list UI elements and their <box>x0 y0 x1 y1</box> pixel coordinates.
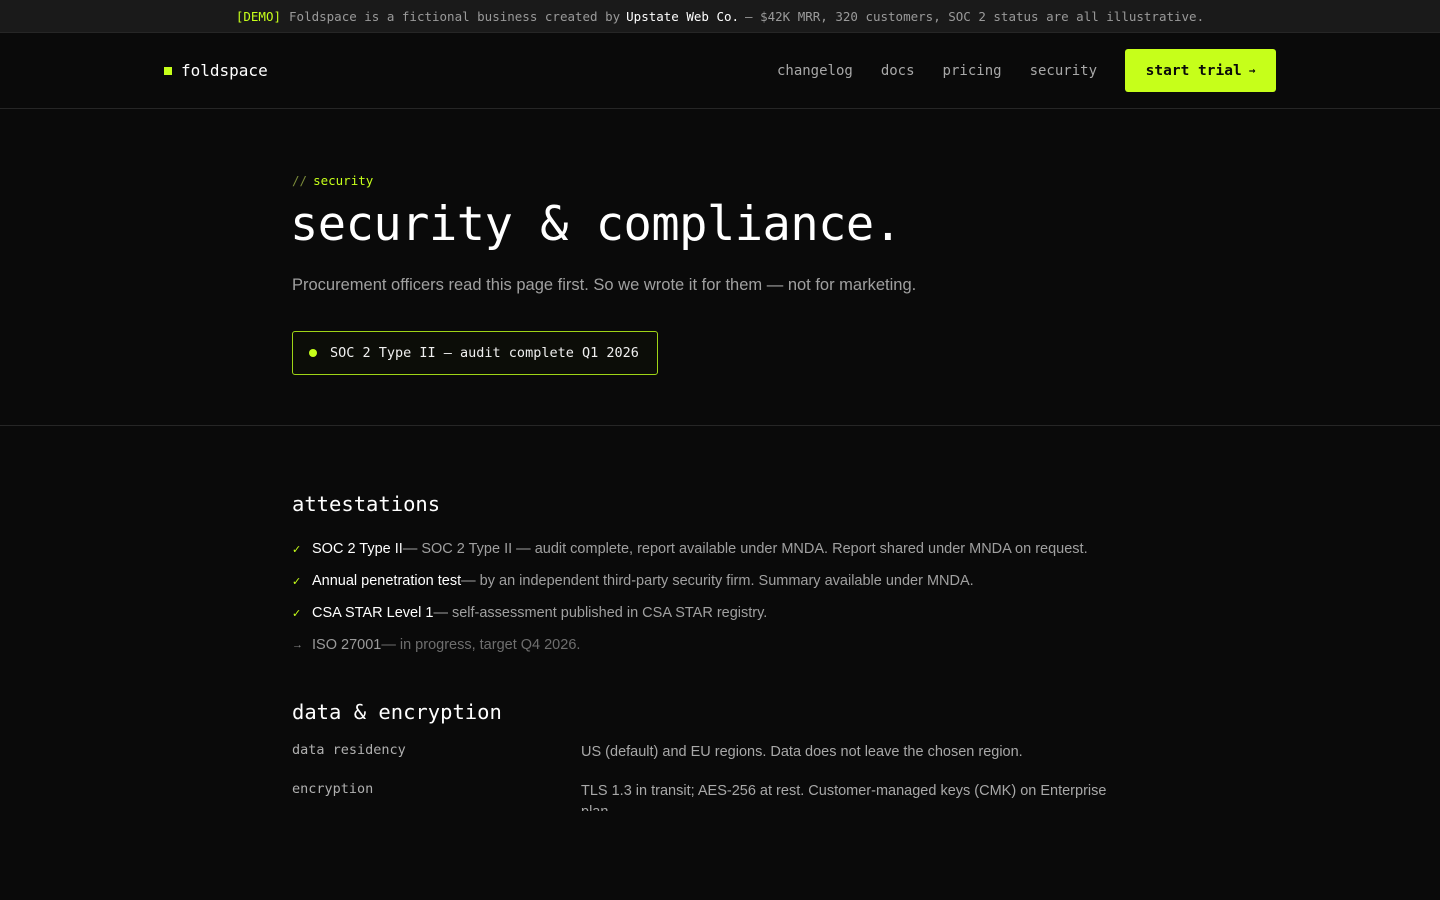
nav-security[interactable]: security <box>1030 63 1097 79</box>
main-nav: changelog docs pricing security start tr… <box>777 49 1276 92</box>
section-kicker: // security <box>292 173 373 188</box>
check-icon: ✓ <box>292 575 302 588</box>
data-encryption-heading: data & encryption <box>292 700 502 724</box>
spec-key: data residency <box>292 742 406 758</box>
logo[interactable]: foldspace <box>164 61 268 80</box>
nav-pricing[interactable]: pricing <box>943 63 1002 79</box>
site-header: foldspace changelog docs pricing securit… <box>0 33 1440 109</box>
attestation-label: Annual penetration test <box>312 573 462 589</box>
arrow-right-icon: → <box>292 639 303 651</box>
banner-text: Foldspace is a fictional business create… <box>289 8 621 24</box>
list-item: ✓ CSA STAR Level 1 — self-assessment pub… <box>292 597 1088 629</box>
attestation-label: SOC 2 Type II <box>312 541 403 557</box>
kicker-label: security <box>313 173 374 188</box>
attestations-heading: attestations <box>292 492 441 516</box>
attestations-list: ✓ SOC 2 Type II — SOC 2 Type II — audit … <box>292 533 1088 661</box>
check-icon: ✓ <box>292 543 302 556</box>
banner-text-after: — $42K MRR, 320 customers, SOC 2 status … <box>745 8 1205 24</box>
status-badge-text: SOC 2 Type II — audit complete Q1 2026 <box>330 345 639 361</box>
banner-brand-link[interactable]: Upstate Web Co. <box>626 9 739 24</box>
hero-section: // security security & compliance. Procur… <box>0 109 1440 426</box>
attestation-desc: — self-assessment published in CSA STAR … <box>433 605 768 621</box>
spec-key: encryption <box>292 781 374 797</box>
list-item: ✓ SOC 2 Type II — SOC 2 Type II — audit … <box>292 533 1088 565</box>
logo-square-icon <box>164 66 172 75</box>
check-icon: ✓ <box>292 607 302 620</box>
status-dot-icon <box>309 349 317 357</box>
attestation-label: ISO 27001 <box>312 637 382 653</box>
nav-changelog[interactable]: changelog <box>777 63 853 79</box>
logo-text: foldspace <box>181 61 268 80</box>
content-section: attestations ✓ SOC 2 Type II — SOC 2 Typ… <box>0 426 1440 900</box>
demo-banner: [DEMO] Foldspace is a fictional business… <box>0 0 1440 33</box>
kicker-slashes: // <box>292 173 308 188</box>
arrow-right-icon: → <box>1248 64 1256 77</box>
spec-value: US (default) and EU regions. Data does n… <box>581 744 1023 760</box>
list-item: ✓ Annual penetration test — by an indepe… <box>292 565 1088 597</box>
start-trial-label: start trial <box>1145 62 1242 79</box>
attestation-desc: — by an independent third-party security… <box>461 573 974 589</box>
page-lead: Procurement officers read this page firs… <box>292 276 917 294</box>
page-title: security & compliance. <box>290 197 902 252</box>
soc2-status-badge: SOC 2 Type II — audit complete Q1 2026 <box>292 331 658 375</box>
nav-docs[interactable]: docs <box>881 63 915 79</box>
attestation-desc: — in progress, target Q4 2026. <box>381 637 581 653</box>
list-item: → ISO 27001 — in progress, target Q4 202… <box>292 629 1088 661</box>
attestation-desc: — SOC 2 Type II — audit complete, report… <box>402 541 1088 557</box>
start-trial-button[interactable]: start trial → <box>1125 49 1276 92</box>
viewport-fade <box>0 811 1440 900</box>
attestation-label: CSA STAR Level 1 <box>312 605 434 621</box>
demo-tag: [DEMO] <box>235 8 282 24</box>
